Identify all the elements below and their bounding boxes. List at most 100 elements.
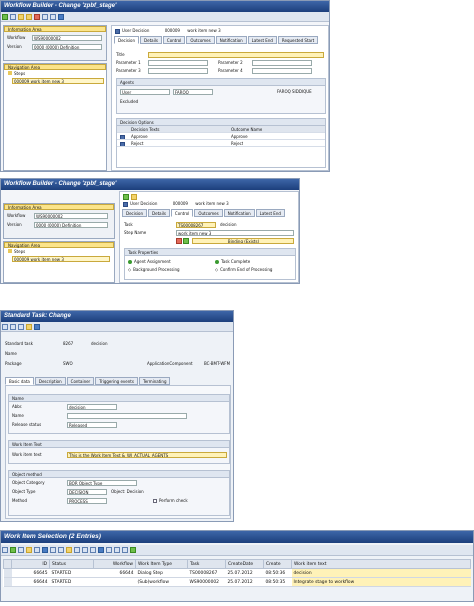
object-category-select[interactable]: BOR Object Type [67,480,137,486]
graphic-icon[interactable] [130,547,136,553]
layout-icon[interactable] [98,547,104,553]
exit-icon[interactable] [26,14,32,20]
check-icon[interactable] [18,324,24,330]
tab-description[interactable]: Description [34,377,66,385]
save-icon[interactable] [10,14,16,20]
confirm-end-option[interactable]: ◇ Confirm End of Processing [215,267,272,273]
tab-latest-end[interactable]: Latest End [247,36,277,44]
step-name-field[interactable]: work item new 3 [176,230,294,236]
export-icon[interactable] [90,547,96,553]
binding-status-icon [183,238,189,244]
workflow-field[interactable]: WS90000002 [32,35,102,41]
perform-check-checkbox[interactable]: Perform check [153,498,188,504]
task-complete-option[interactable]: Task Complete [215,259,250,265]
log-icon[interactable] [26,547,32,553]
agent-id-field[interactable]: FAROQ [173,89,213,95]
tab-latest-end[interactable]: Latest End [255,209,285,217]
tab-container[interactable]: Container [66,377,95,385]
other-object-icon[interactable] [10,324,16,330]
parameter-3-field[interactable] [148,68,208,74]
tab-decision[interactable]: Decision [114,36,140,44]
version-select[interactable]: 0000 (0000) Definition [32,44,102,50]
execute-icon[interactable] [10,547,16,553]
back-icon[interactable] [18,14,24,20]
column-id[interactable]: ID [11,559,50,569]
table-row[interactable]: 66645 STARTED 66644 Dialog Step TS000082… [3,568,471,578]
enter-icon[interactable] [2,14,8,20]
tab-decision[interactable]: Decision [122,209,148,217]
abbr-field[interactable]: decision [67,404,117,410]
tab-notification[interactable]: Notification [223,209,255,217]
tab-requested-start[interactable]: Requested Start [277,36,319,44]
steps-node[interactable]: Steps [8,249,25,255]
details-icon[interactable] [18,547,24,553]
tab-control[interactable]: Control [162,36,186,44]
word-icon[interactable] [114,547,120,553]
mail-icon[interactable] [122,547,128,553]
refresh-icon[interactable] [2,547,8,553]
tab-basic-data[interactable]: Basic data [5,377,34,385]
print-icon[interactable] [82,547,88,553]
column-create-date[interactable]: CreateDate [225,559,264,569]
tab-triggering-events[interactable]: Triggering events [95,377,138,385]
agent-assignment-option[interactable]: Agent Assignment [128,259,171,265]
tab-notification[interactable]: Notification [215,36,247,44]
name-field[interactable] [67,413,187,419]
transfer-icon[interactable] [131,194,137,200]
column-task[interactable]: Task [187,559,226,569]
cancel-icon[interactable] [34,14,40,20]
column-workflow[interactable]: Workflow [93,559,136,569]
sort-descending-icon[interactable] [58,547,64,553]
where-used-icon[interactable] [34,324,40,330]
find-icon[interactable] [50,14,56,20]
tab-details[interactable]: Details [140,36,162,44]
spreadsheet-icon[interactable] [106,547,112,553]
container-icon[interactable] [42,547,48,553]
filter-icon[interactable] [66,547,72,553]
sort-ascending-icon[interactable] [50,547,56,553]
title-field[interactable] [148,52,324,58]
parameter-1-field[interactable] [148,60,208,66]
agents-icon[interactable] [34,547,40,553]
option-row[interactable]: Approve Approve [117,133,325,140]
tab-details[interactable]: Details [148,209,170,217]
tab-terminating[interactable]: Terminating [138,377,171,385]
workflow-field[interactable]: WS90000002 [34,213,108,219]
display-change-icon[interactable] [2,324,8,330]
method-field[interactable]: PROCESS [67,498,107,504]
task-field[interactable]: TS00008267 [176,222,216,228]
row-selector[interactable] [3,577,12,587]
binding-button[interactable]: Binding (Exists) [192,238,294,244]
object-type-field[interactable]: DECISION [67,489,107,495]
step-item-selected[interactable]: 000009 work item new 3 [12,256,110,262]
navigation-area-header: Navigation Area [4,242,114,248]
parameter-4-field[interactable] [252,68,312,74]
column-work-item-text[interactable]: Work item text [291,559,471,569]
table-row[interactable]: 66644 STARTED (Sub)workflow WS90000002 2… [3,577,471,587]
step-item-selected[interactable]: 000009 work item new 3 [12,78,104,84]
detail-area: User Decision 000009 work item new 3 Dec… [111,25,329,171]
background-processing-option[interactable]: ◇ Background Processing [128,267,180,273]
option-row[interactable]: Reject Reject [117,140,325,147]
binding-icon[interactable] [176,238,182,244]
column-create-time[interactable]: Create [263,559,292,569]
column-work-item-type[interactable]: Work Item Type [135,559,188,569]
select-column[interactable] [3,559,12,569]
sum-icon[interactable] [74,547,80,553]
column-decision-texts: Decision Texts [131,127,160,132]
parameter-2-field[interactable] [252,60,312,66]
print-icon[interactable] [42,14,48,20]
check-icon[interactable] [123,194,129,200]
help-icon[interactable] [58,14,64,20]
column-status[interactable]: Status [49,559,94,569]
activate-icon[interactable] [26,324,32,330]
steps-node[interactable]: Steps [8,71,25,77]
agent-type-select[interactable]: User [120,89,170,95]
version-select[interactable]: 0000 (0000) Definition [34,222,108,228]
release-status-select[interactable]: Released [67,422,117,428]
row-selector[interactable] [3,568,12,578]
tab-outcomes[interactable]: Outcomes [186,36,215,44]
work-item-text-field[interactable]: This is the Work Item Text &_WI_ACTUAL_A… [67,452,227,458]
tab-control[interactable]: Control [170,209,194,217]
tab-outcomes[interactable]: Outcomes [194,209,223,217]
